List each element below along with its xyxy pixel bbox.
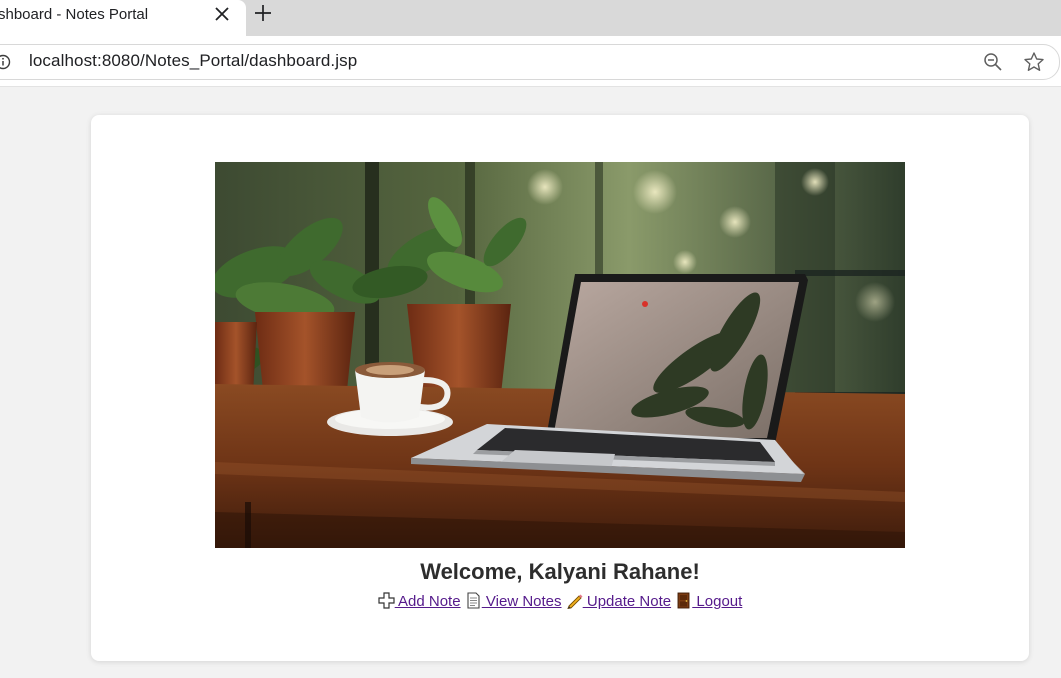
view-notes-link[interactable]: View Notes (465, 592, 562, 610)
browser-tab[interactable]: shboard - Notes Portal (0, 0, 246, 36)
new-tab-icon[interactable] (252, 2, 274, 24)
dashboard-nav: Add Note View Notes Update Note Logout (91, 592, 1029, 610)
logout-link[interactable]: Logout (675, 592, 743, 610)
site-info-icon[interactable] (0, 54, 16, 70)
plus-icon (378, 592, 395, 609)
url-text[interactable]: localhost:8080/Notes_Portal/dashboard.js… (29, 51, 357, 71)
tab-title: shboard - Notes Portal (0, 6, 149, 23)
hero-image (215, 162, 905, 548)
pencil-icon (567, 594, 583, 609)
document-icon (467, 592, 480, 609)
add-note-label: Add Note (394, 593, 461, 610)
update-note-link[interactable]: Update Note (566, 593, 671, 610)
browser-toolbar: localhost:8080/Notes_Portal/dashboard.js… (0, 36, 1061, 87)
browser-tab-strip: shboard - Notes Portal (0, 0, 1061, 36)
view-notes-label: View Notes (481, 593, 562, 610)
add-note-link[interactable]: Add Note (378, 592, 461, 610)
dashboard-card: Welcome, Kalyani Rahane! Add Note View N… (91, 115, 1029, 661)
update-note-label: Update Note (582, 593, 672, 610)
door-icon (677, 592, 690, 609)
close-icon[interactable] (212, 4, 232, 24)
bookmark-star-icon[interactable] (1023, 51, 1045, 73)
zoom-out-icon[interactable] (983, 52, 1003, 72)
logout-label: Logout (692, 593, 743, 610)
welcome-heading: Welcome, Kalyani Rahane! (420, 559, 700, 584)
